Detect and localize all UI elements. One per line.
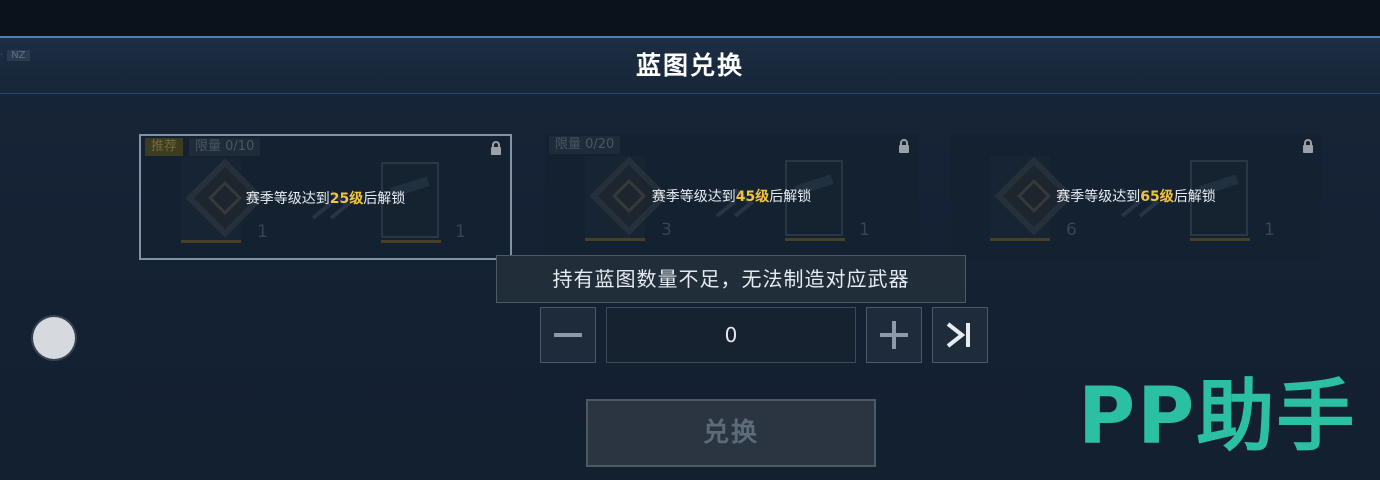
max-icon [946, 322, 970, 348]
unlock-requirement: 赛季等级达到45级后解锁 [545, 186, 918, 206]
page-title: 蓝图兑换 [635, 51, 744, 80]
unlock-suffix: 后解锁 [769, 189, 812, 205]
quantity-field[interactable]: 0 [606, 307, 856, 363]
unlock-suffix: 后解锁 [363, 191, 406, 207]
blueprint-card-1[interactable]: 推荐 限量 0/10 1 1 赛季等级达到25级后解锁 [139, 134, 512, 260]
insufficient-blueprint-tooltip: 持有蓝图数量不足，无法制造对应武器 [496, 255, 966, 303]
plus-icon [880, 321, 908, 349]
unlock-level: 45级 [735, 189, 770, 205]
exchange-label: 兑换 [702, 418, 759, 448]
joystick-handle[interactable] [33, 317, 75, 359]
increase-button[interactable] [866, 307, 922, 363]
blueprint-card-2[interactable]: 限量 0/20 3 1 赛季等级达到45级后解锁 [545, 134, 918, 260]
unlock-suffix: 后解锁 [1173, 189, 1216, 205]
unlock-prefix: 赛季等级达到 [1056, 189, 1141, 205]
unlock-requirement: 赛季等级达到65级后解锁 [950, 186, 1322, 206]
unlock-prefix: 赛季等级达到 [651, 189, 736, 205]
decrease-button[interactable] [540, 307, 596, 363]
unlock-level: 25级 [329, 191, 364, 207]
top-strip [0, 0, 1380, 36]
blueprint-card-3[interactable]: 6 1 赛季等级达到65级后解锁 [950, 134, 1322, 260]
unlock-requirement: 赛季等级达到25级后解锁 [141, 188, 510, 208]
watermark-logo: PP助手 [1078, 372, 1357, 462]
unlock-level: 65级 [1140, 189, 1174, 205]
unlock-prefix: 赛季等级达到 [245, 191, 330, 207]
max-button[interactable] [932, 307, 988, 363]
exchange-button[interactable]: 兑换 [586, 399, 876, 467]
minus-icon [554, 333, 582, 337]
